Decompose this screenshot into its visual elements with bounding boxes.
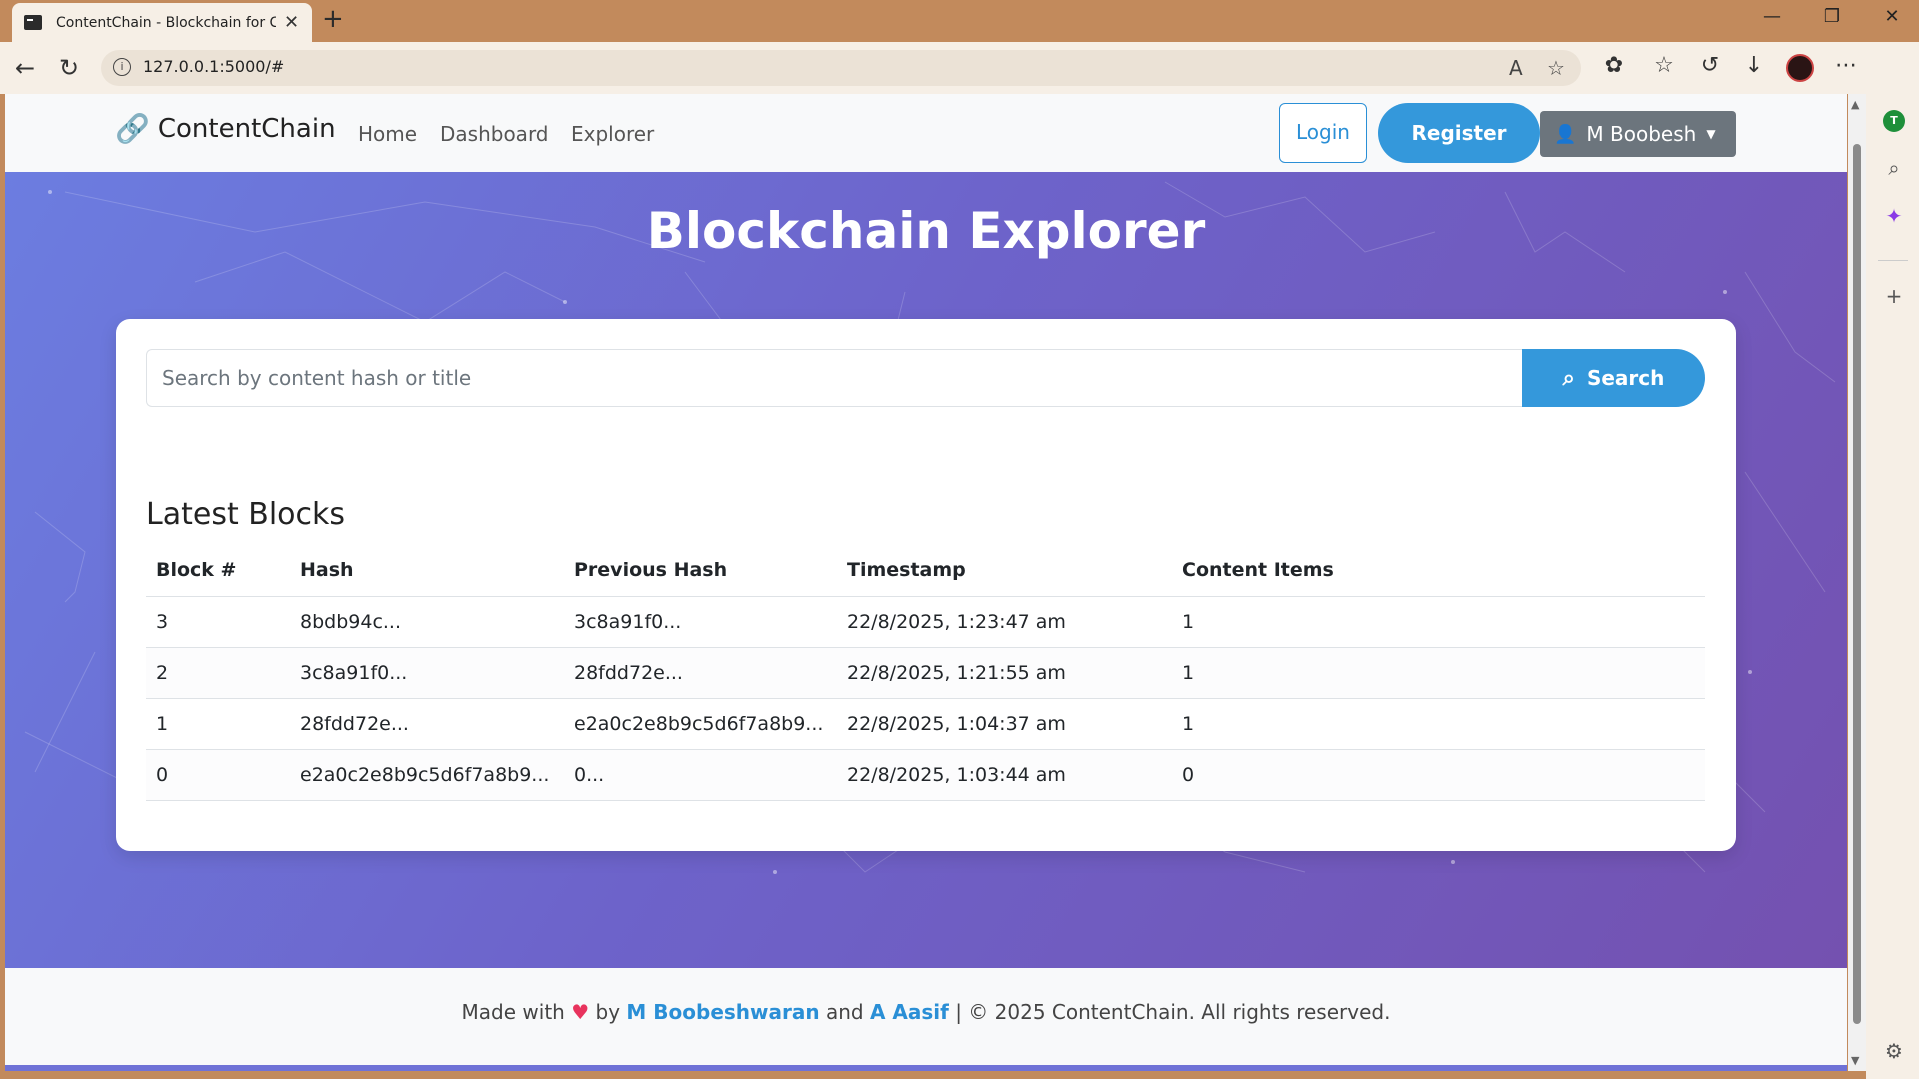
add-icon[interactable]: +	[1880, 284, 1908, 312]
profile-avatar[interactable]	[1786, 54, 1814, 82]
table-row: 1 28fdd72e... e2a0c2e8b9c5d6f7a8b9... 22…	[146, 698, 1705, 750]
table-row: 3 8bdb94c... 3c8a91f0... 22/8/2025, 1:23…	[146, 596, 1705, 648]
cell-timestamp: 22/8/2025, 1:04:37 am	[837, 698, 1172, 750]
page-scrollbar[interactable]: ▲ ▼	[1848, 94, 1866, 1071]
favorites-icon[interactable]: ☆	[1648, 53, 1680, 78]
back-icon[interactable]: ←	[8, 51, 42, 85]
new-tab-icon[interactable]: +	[322, 4, 344, 34]
author-link-1[interactable]: M Boobeshwaran	[626, 1000, 819, 1024]
cell-block-number: 0	[146, 749, 290, 801]
site-footer: Made with ♥ by M Boobeshwaran and A Aasi…	[5, 968, 1847, 1071]
copilot-icon[interactable]: ✦	[1880, 204, 1908, 232]
cell-block-number: 2	[146, 647, 290, 699]
nav-link-home[interactable]: Home	[358, 122, 417, 146]
site-info-icon[interactable]: i	[113, 58, 131, 76]
latest-blocks-heading: Latest Blocks	[146, 497, 346, 532]
browser-toolbar: ← ↻ i 127.0.0.1:5000/# A ☆ ✿ ☆ ↺ ↓ ⋯	[0, 42, 1919, 94]
brand[interactable]: 🔗 ContentChain	[115, 112, 336, 145]
magnifier-icon: ⌕	[1562, 365, 1575, 391]
footer-copyright: | © 2025 ContentChain. All rights reserv…	[955, 1000, 1391, 1024]
col-content-items: Content Items	[1172, 545, 1705, 597]
blocks-table: Block # Hash Previous Hash Timestamp Con…	[146, 545, 1705, 801]
cell-previous-hash: 3c8a91f0...	[564, 596, 837, 648]
scrollbar-thumb[interactable]	[1853, 144, 1861, 1024]
nav-link-explorer[interactable]: Explorer	[571, 122, 654, 146]
user-name: M Boobesh	[1586, 122, 1697, 146]
link-icon: 🔗	[115, 112, 150, 145]
footer-bottom-bar	[5, 1065, 1847, 1071]
footer-credits: Made with ♥ by M Boobeshwaran and A Aasi…	[5, 1000, 1847, 1024]
cell-hash: 3c8a91f0...	[290, 647, 564, 699]
col-timestamp: Timestamp	[837, 545, 1172, 597]
scroll-up-icon[interactable]: ▲	[1851, 98, 1859, 111]
scroll-down-icon[interactable]: ▼	[1851, 1054, 1859, 1067]
table-row: 2 3c8a91f0... 28fdd72e... 22/8/2025, 1:2…	[146, 647, 1705, 699]
cell-block-number: 3	[146, 596, 290, 648]
user-menu-button[interactable]: 👤 M Boobesh ▼	[1540, 111, 1736, 157]
cell-content-items: 1	[1172, 596, 1705, 648]
extensions-icon[interactable]: ✿	[1598, 53, 1630, 78]
hero-section: Blockchain Explorer ⌕ Search Latest Bloc…	[5, 172, 1847, 968]
close-tab-icon[interactable]: ✕	[284, 12, 299, 33]
sidebar-avatar[interactable]: T	[1883, 110, 1905, 132]
cell-content-items: 0	[1172, 749, 1705, 801]
footer-by: by	[595, 1000, 621, 1024]
col-block-number: Block #	[146, 545, 290, 597]
browser-tab[interactable]: ContentChain - Blockchain for Co ✕	[12, 3, 312, 42]
address-bar[interactable]: i 127.0.0.1:5000/# A ☆	[101, 50, 1581, 86]
col-hash: Hash	[290, 545, 564, 597]
cell-hash: 28fdd72e...	[290, 698, 564, 750]
caret-down-icon: ▼	[1706, 127, 1716, 141]
heart-icon: ♥	[571, 1000, 590, 1024]
tab-title: ContentChain - Blockchain for Co	[56, 14, 276, 31]
site-navbar: 🔗 ContentChain Home Dashboard Explorer L…	[5, 94, 1847, 172]
browser-titlebar: ContentChain - Blockchain for Co ✕ + — ❐…	[0, 0, 1919, 42]
table-row: 0 e2a0c2e8b9c5d6f7a8b9... 0... 22/8/2025…	[146, 749, 1705, 801]
author-link-2[interactable]: A Aasif	[870, 1000, 949, 1024]
close-window-icon[interactable]: ✕	[1877, 6, 1907, 27]
cell-timestamp: 22/8/2025, 1:21:55 am	[837, 647, 1172, 699]
terminal-icon	[24, 15, 42, 30]
cell-hash: 8bdb94c...	[290, 596, 564, 648]
brand-name[interactable]: ContentChain	[158, 114, 336, 144]
url-text[interactable]: 127.0.0.1:5000/#	[143, 57, 284, 76]
restore-icon[interactable]: ❐	[1817, 6, 1847, 27]
nav-link-dashboard[interactable]: Dashboard	[440, 122, 549, 146]
footer-made-with: Made with	[461, 1000, 565, 1024]
col-previous-hash: Previous Hash	[564, 545, 837, 597]
cell-previous-hash: e2a0c2e8b9c5d6f7a8b9...	[564, 698, 837, 750]
register-button[interactable]: Register	[1378, 103, 1540, 163]
favorite-star-icon[interactable]: ☆	[1547, 56, 1565, 80]
cell-content-items: 1	[1172, 647, 1705, 699]
footer-and: and	[825, 1000, 864, 1024]
downloads-icon[interactable]: ↓	[1738, 53, 1770, 78]
cell-block-number: 1	[146, 698, 290, 750]
search-button-label: Search	[1586, 366, 1665, 390]
sidebar-divider	[1878, 260, 1908, 261]
search-input[interactable]	[146, 349, 1522, 407]
page-viewport: 🔗 ContentChain Home Dashboard Explorer L…	[5, 94, 1847, 1071]
search-button[interactable]: ⌕ Search	[1522, 349, 1705, 407]
browser-sidebar: T ⌕ ✦ + ⚙	[1866, 94, 1919, 1079]
cell-hash: e2a0c2e8b9c5d6f7a8b9...	[290, 749, 564, 801]
more-options-icon[interactable]: ⋯	[1830, 53, 1862, 78]
table-header-row: Block # Hash Previous Hash Timestamp Con…	[146, 545, 1705, 597]
cell-timestamp: 22/8/2025, 1:23:47 am	[837, 596, 1172, 648]
cell-timestamp: 22/8/2025, 1:03:44 am	[837, 749, 1172, 801]
cell-content-items: 1	[1172, 698, 1705, 750]
login-button[interactable]: Login	[1279, 103, 1367, 163]
cell-previous-hash: 0...	[564, 749, 837, 801]
minimize-icon[interactable]: —	[1757, 6, 1787, 27]
explorer-card: ⌕ Search Latest Blocks Block # Hash Prev…	[116, 319, 1736, 851]
search-icon[interactable]: ⌕	[1880, 156, 1908, 184]
page-title: Blockchain Explorer	[646, 202, 1206, 260]
settings-gear-icon[interactable]: ⚙	[1880, 1039, 1908, 1067]
reload-icon[interactable]: ↻	[52, 51, 86, 85]
read-aloud-icon[interactable]: A	[1509, 56, 1523, 80]
user-icon: 👤	[1554, 123, 1577, 145]
history-icon[interactable]: ↺	[1694, 53, 1726, 78]
cell-previous-hash: 28fdd72e...	[564, 647, 837, 699]
